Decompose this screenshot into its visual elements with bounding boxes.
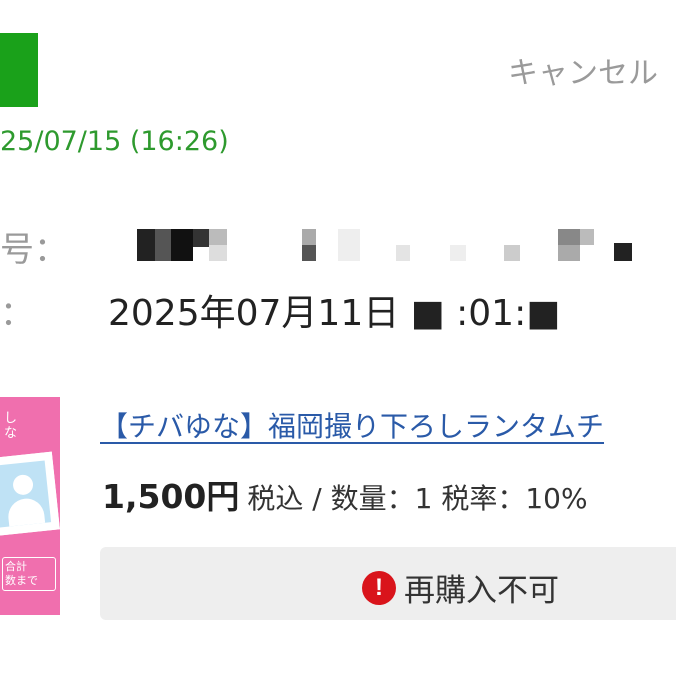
redaction-block: [558, 229, 580, 245]
person-icon: [12, 473, 35, 496]
order-datetime: 25/07/15 (16:26): [0, 126, 229, 157]
repurchase-label: 再購入不可: [404, 573, 559, 609]
redaction-block: [155, 229, 171, 261]
thumbnail-photo-frame: [0, 460, 52, 528]
redaction-block: [614, 243, 632, 261]
order-number-label: 号：: [0, 230, 68, 270]
thumbnail-photo: [0, 451, 60, 537]
redaction-block: [558, 245, 580, 261]
thumbnail-caption-top: し な: [4, 411, 18, 441]
order-detail-page: キャンセル 25/07/15 (16:26) 号： ： 2025年07月11日 …: [0, 0, 676, 676]
cancel-link[interactable]: キャンセル: [508, 48, 658, 92]
repurchase-content: ! 再購入不可: [362, 565, 559, 610]
purchase-date: 2025年07月11日 ■ :01:■: [108, 293, 561, 334]
product-title-link[interactable]: 【チバゆな】福岡撮り下ろしランタムチ: [100, 405, 604, 445]
redaction-block: [209, 229, 227, 245]
redaction-block: [302, 245, 316, 261]
exclamation-circle-icon: !: [362, 570, 396, 605]
person-body-icon: [6, 496, 46, 527]
repurchase-button[interactable]: ! 再購入不可: [100, 547, 676, 620]
product-thumbnail[interactable]: し な 合計 数まで: [0, 397, 60, 615]
price-detail: 税込 / 数量：1 税率：10%: [247, 482, 588, 515]
redaction-block: [580, 229, 594, 245]
redaction-block: [171, 229, 193, 261]
redaction-block: [450, 245, 466, 261]
price-line: 1,500円 税込 / 数量：1 税率：10%: [102, 470, 588, 518]
redaction-block: [504, 245, 520, 261]
status-badge: [0, 33, 38, 107]
redaction-block: [209, 245, 227, 261]
purchase-date-label: ：: [0, 294, 34, 334]
redaction-block: [338, 229, 360, 261]
redaction-block: [137, 229, 155, 261]
product-price: 1,500円: [102, 477, 240, 516]
redaction-block: [193, 229, 209, 247]
thumbnail-caption-bottom: 合計 数まで: [2, 557, 56, 591]
redaction-block: [302, 229, 316, 245]
redaction-block: [396, 245, 410, 261]
